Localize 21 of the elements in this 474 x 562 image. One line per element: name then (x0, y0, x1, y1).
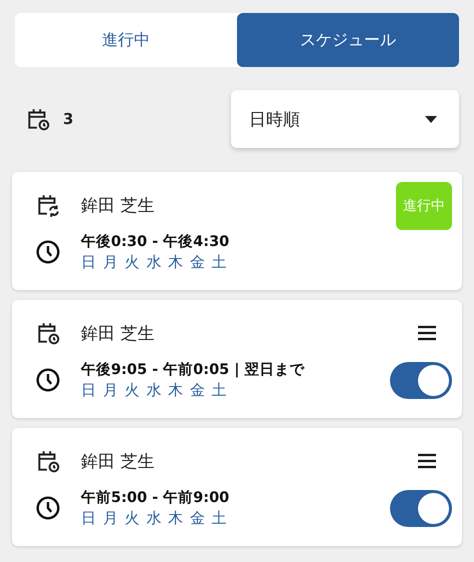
schedule-count: 3 (63, 110, 74, 128)
weekday-list: 日 月 火 水 木 金 土 (81, 509, 390, 528)
sort-dropdown[interactable]: 日時順 (231, 90, 459, 148)
schedule-name: 鉾田 芝生 (81, 322, 156, 344)
tab[interactable]: スケジュール (237, 13, 459, 67)
toggle-switch[interactable] (390, 490, 452, 526)
status-badge: 進行中 (396, 182, 452, 230)
schedule-name: 鉾田 芝生 (81, 194, 156, 216)
time-range: 午後9:05 - 午前0:05 | 翌日まで (81, 360, 306, 379)
caret-icon (425, 116, 437, 122)
menu-icon[interactable] (417, 325, 437, 341)
toggle-switch[interactable] (390, 362, 452, 398)
clock-icon (35, 367, 61, 393)
menu-icon[interactable] (417, 453, 437, 469)
time-range: 午後0:30 - 午後4:30 (81, 232, 230, 251)
clock-icon (35, 239, 61, 265)
weekday-list: 日 月 火 水 木 金 土 (81, 253, 452, 272)
weekday-list: 日 月 火 水 木 金 土 (81, 381, 390, 400)
clock-icon (35, 495, 61, 521)
schedule-name: 鉾田 芝生 (81, 450, 156, 472)
time-range: 午前5:00 - 午前9:00 (81, 489, 230, 507)
